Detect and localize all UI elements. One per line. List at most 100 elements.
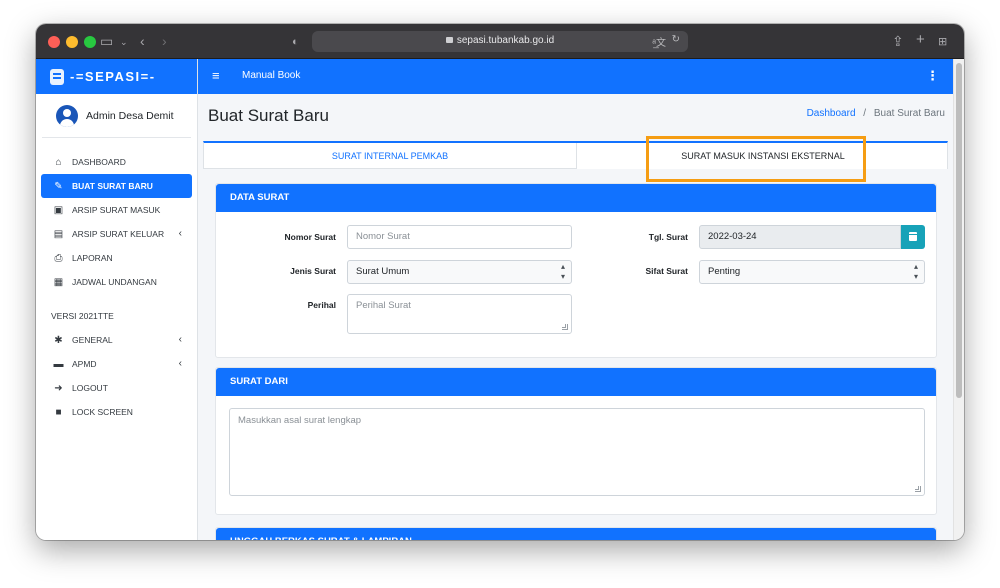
id-card-icon: ▬ [53,358,64,370]
jenis-surat-select[interactable]: Surat Umum ▴ ▾ [347,260,572,284]
sidebar-item-jadwal-undangan[interactable]: ▦ JADWAL UNDANGAN [41,270,192,294]
sidebar-item-label: JADWAL UNDANGAN [72,277,157,287]
card-header-unggah: UNGGAH BERKAS SURAT & LAMPIRAN [216,528,936,540]
date-picker-button[interactable] [901,225,925,249]
sidebar-item-logout[interactable]: ➜ LOGOUT [41,376,192,400]
select-arrows-icon: ▴ ▾ [560,262,565,281]
url-text: sepasi.tubankab.go.id [456,35,555,46]
brand-name: -=SEPASI=- [70,69,156,84]
chevron-left-icon: ‹ [178,334,182,345]
sidebar-item-lock-screen[interactable]: ■ LOCK SCREEN [41,400,192,424]
jenis-surat-label: Jenis Surat [290,266,336,276]
sidebar: -=SEPASI=- Admin Desa Demit ⌂ DASHBOARD … [36,59,198,540]
perihal-label: Perihal [307,300,336,310]
nomor-surat-label: Nomor Surat [284,232,336,242]
user-panel[interactable]: Admin Desa Demit [42,94,191,138]
surat-dari-placeholder: Masukkan asal surat lengkap [238,415,362,426]
back-icon[interactable]: ‹ [140,32,145,50]
tgl-surat-value: 2022-03-24 [708,231,757,242]
user-name: Admin Desa Demit [86,109,174,122]
chevron-left-icon: ‹ [178,228,182,239]
tab-surat-internal-pemkab[interactable]: SURAT INTERNAL PEMKAB [204,143,577,169]
translate-icon[interactable]: ᵃ̲文 [652,34,666,49]
nomor-surat-placeholder: Nomor Surat [356,231,410,242]
sidebar-nav: ⌂ DASHBOARD ✎ BUAT SURAT BARU ▣ ARSIP SU… [36,150,197,294]
select-arrows-icon: ▴ ▾ [913,262,918,281]
sidebar-toggle-icon[interactable]: ▭ [100,32,113,50]
sidebar-item-dashboard[interactable]: ⌂ DASHBOARD [41,150,192,174]
unggah-berkas-card: UNGGAH BERKAS SURAT & LAMPIRAN [215,527,937,540]
surat-dari-card: SURAT DARI Masukkan asal surat lengkap [215,367,937,515]
print-icon: ⎙ [54,252,63,264]
more-options-icon[interactable]: ⋮ [926,68,939,84]
sidebar-item-label: LOGOUT [72,383,108,393]
tab-overview-icon[interactable]: ⊞ [938,33,947,51]
sidebar-item-label: DASHBOARD [72,157,126,167]
sign-out-icon: ➜ [54,382,63,394]
sepasi-logo-icon [50,68,64,85]
avatar [56,104,78,127]
sidebar-item-label: APMD [72,359,97,369]
sidebar-item-label: ARSIP SURAT KELUAR [72,229,165,239]
outbox-icon: ▤ [53,228,64,240]
page-title: Buat Surat Baru [208,106,329,125]
data-surat-card: DATA SURAT Nomor Surat Nomor Surat Jenis… [215,183,937,358]
sidebar-item-arsip-surat-masuk[interactable]: ▣ ARSIP SURAT MASUK [41,198,192,222]
forward-icon[interactable]: › [162,32,167,50]
resize-handle[interactable] [562,324,568,330]
breadcrumb: Dashboard / Buat Surat Baru [807,108,945,119]
close-window-button[interactable] [48,36,60,48]
resize-handle[interactable] [915,486,921,492]
sidebar-item-general[interactable]: ✱ GENERAL ‹ [41,328,192,352]
sidebar-item-label: BUAT SURAT BARU [72,181,153,191]
tgl-surat-input[interactable]: 2022-03-24 [699,225,901,249]
sidebar-item-label: ARSIP SURAT MASUK [72,205,161,215]
sifat-surat-select[interactable]: Penting ▴ ▾ [699,260,925,284]
sifat-surat-label: Sifat Surat [645,266,688,276]
edit-icon: ✎ [54,180,63,192]
breadcrumb-separator: / [863,108,867,119]
highlight-annotation-box [646,136,866,182]
home-icon: ⌂ [55,156,62,168]
sidebar-item-laporan[interactable]: ⎙ LAPORAN [41,246,192,270]
browser-window: ▭ ⌄ ‹ › ◐ sepasi.tubankab.go.id ᵃ̲文 ↻ ⇪ … [36,24,964,540]
breadcrumb-dashboard-link[interactable]: Dashboard [807,108,856,119]
tgl-surat-label: Tgl. Surat [648,232,688,242]
zoom-window-button[interactable] [84,36,96,48]
main-content: Buat Surat Baru Dashboard / Buat Surat B… [198,94,953,540]
lock-icon [445,37,453,43]
chevron-left-icon: ‹ [178,358,182,369]
card-header-data-surat: DATA SURAT [216,184,936,212]
manual-book-link[interactable]: Manual Book [242,70,300,81]
minimize-window-button[interactable] [66,36,78,48]
top-navbar: ≡ Manual Book ⋮ [198,59,953,94]
scrollbar-thumb[interactable] [956,63,962,398]
perihal-textarea[interactable]: Perihal Surat [347,294,572,334]
sidebar-item-apmd[interactable]: ▬ APMD ‹ [41,352,192,376]
sidebar-section-header: VERSI 2021TTE [51,311,114,321]
surat-dari-textarea[interactable]: Masukkan asal surat lengkap [229,408,925,496]
sidebar-item-arsip-surat-keluar[interactable]: ▤ ARSIP SURAT KELUAR ‹ [41,222,192,246]
nomor-surat-input[interactable]: Nomor Surat [347,225,572,249]
inbox-icon: ▣ [53,204,64,216]
perihal-placeholder: Perihal Surat [356,300,411,311]
brand-logo-area[interactable]: -=SEPASI=- [36,59,197,94]
sidebar-nav-secondary: ✱ GENERAL ‹ ▬ APMD ‹ ➜ LOGOUT ■ LOCK SCR… [36,328,197,424]
address-bar[interactable]: sepasi.tubankab.go.id ᵃ̲文 ↻ [312,31,688,52]
jenis-surat-value: Surat Umum [356,266,410,277]
chevron-down-icon[interactable]: ⌄ [120,33,128,51]
reload-icon[interactable]: ↻ [672,34,680,45]
browser-toolbar: ▭ ⌄ ‹ › ◐ sepasi.tubankab.go.id ᵃ̲文 ↻ ⇪ … [36,24,964,59]
privacy-shield-icon[interactable]: ◐ [292,33,299,51]
share-icon[interactable]: ⇪ [892,32,904,50]
hamburger-menu-icon[interactable]: ≡ [212,68,220,83]
sidebar-item-label: LOCK SCREEN [72,407,133,417]
calendar-icon [909,232,917,241]
page-scrollbar[interactable] [953,59,964,540]
sidebar-item-buat-surat-baru[interactable]: ✎ BUAT SURAT BARU [41,174,192,198]
card-header-surat-dari: SURAT DARI [216,368,936,396]
new-tab-icon[interactable]: + [916,31,925,49]
breadcrumb-current: Buat Surat Baru [873,108,945,119]
lock-icon: ■ [55,406,62,418]
sidebar-item-label: GENERAL [72,335,113,345]
